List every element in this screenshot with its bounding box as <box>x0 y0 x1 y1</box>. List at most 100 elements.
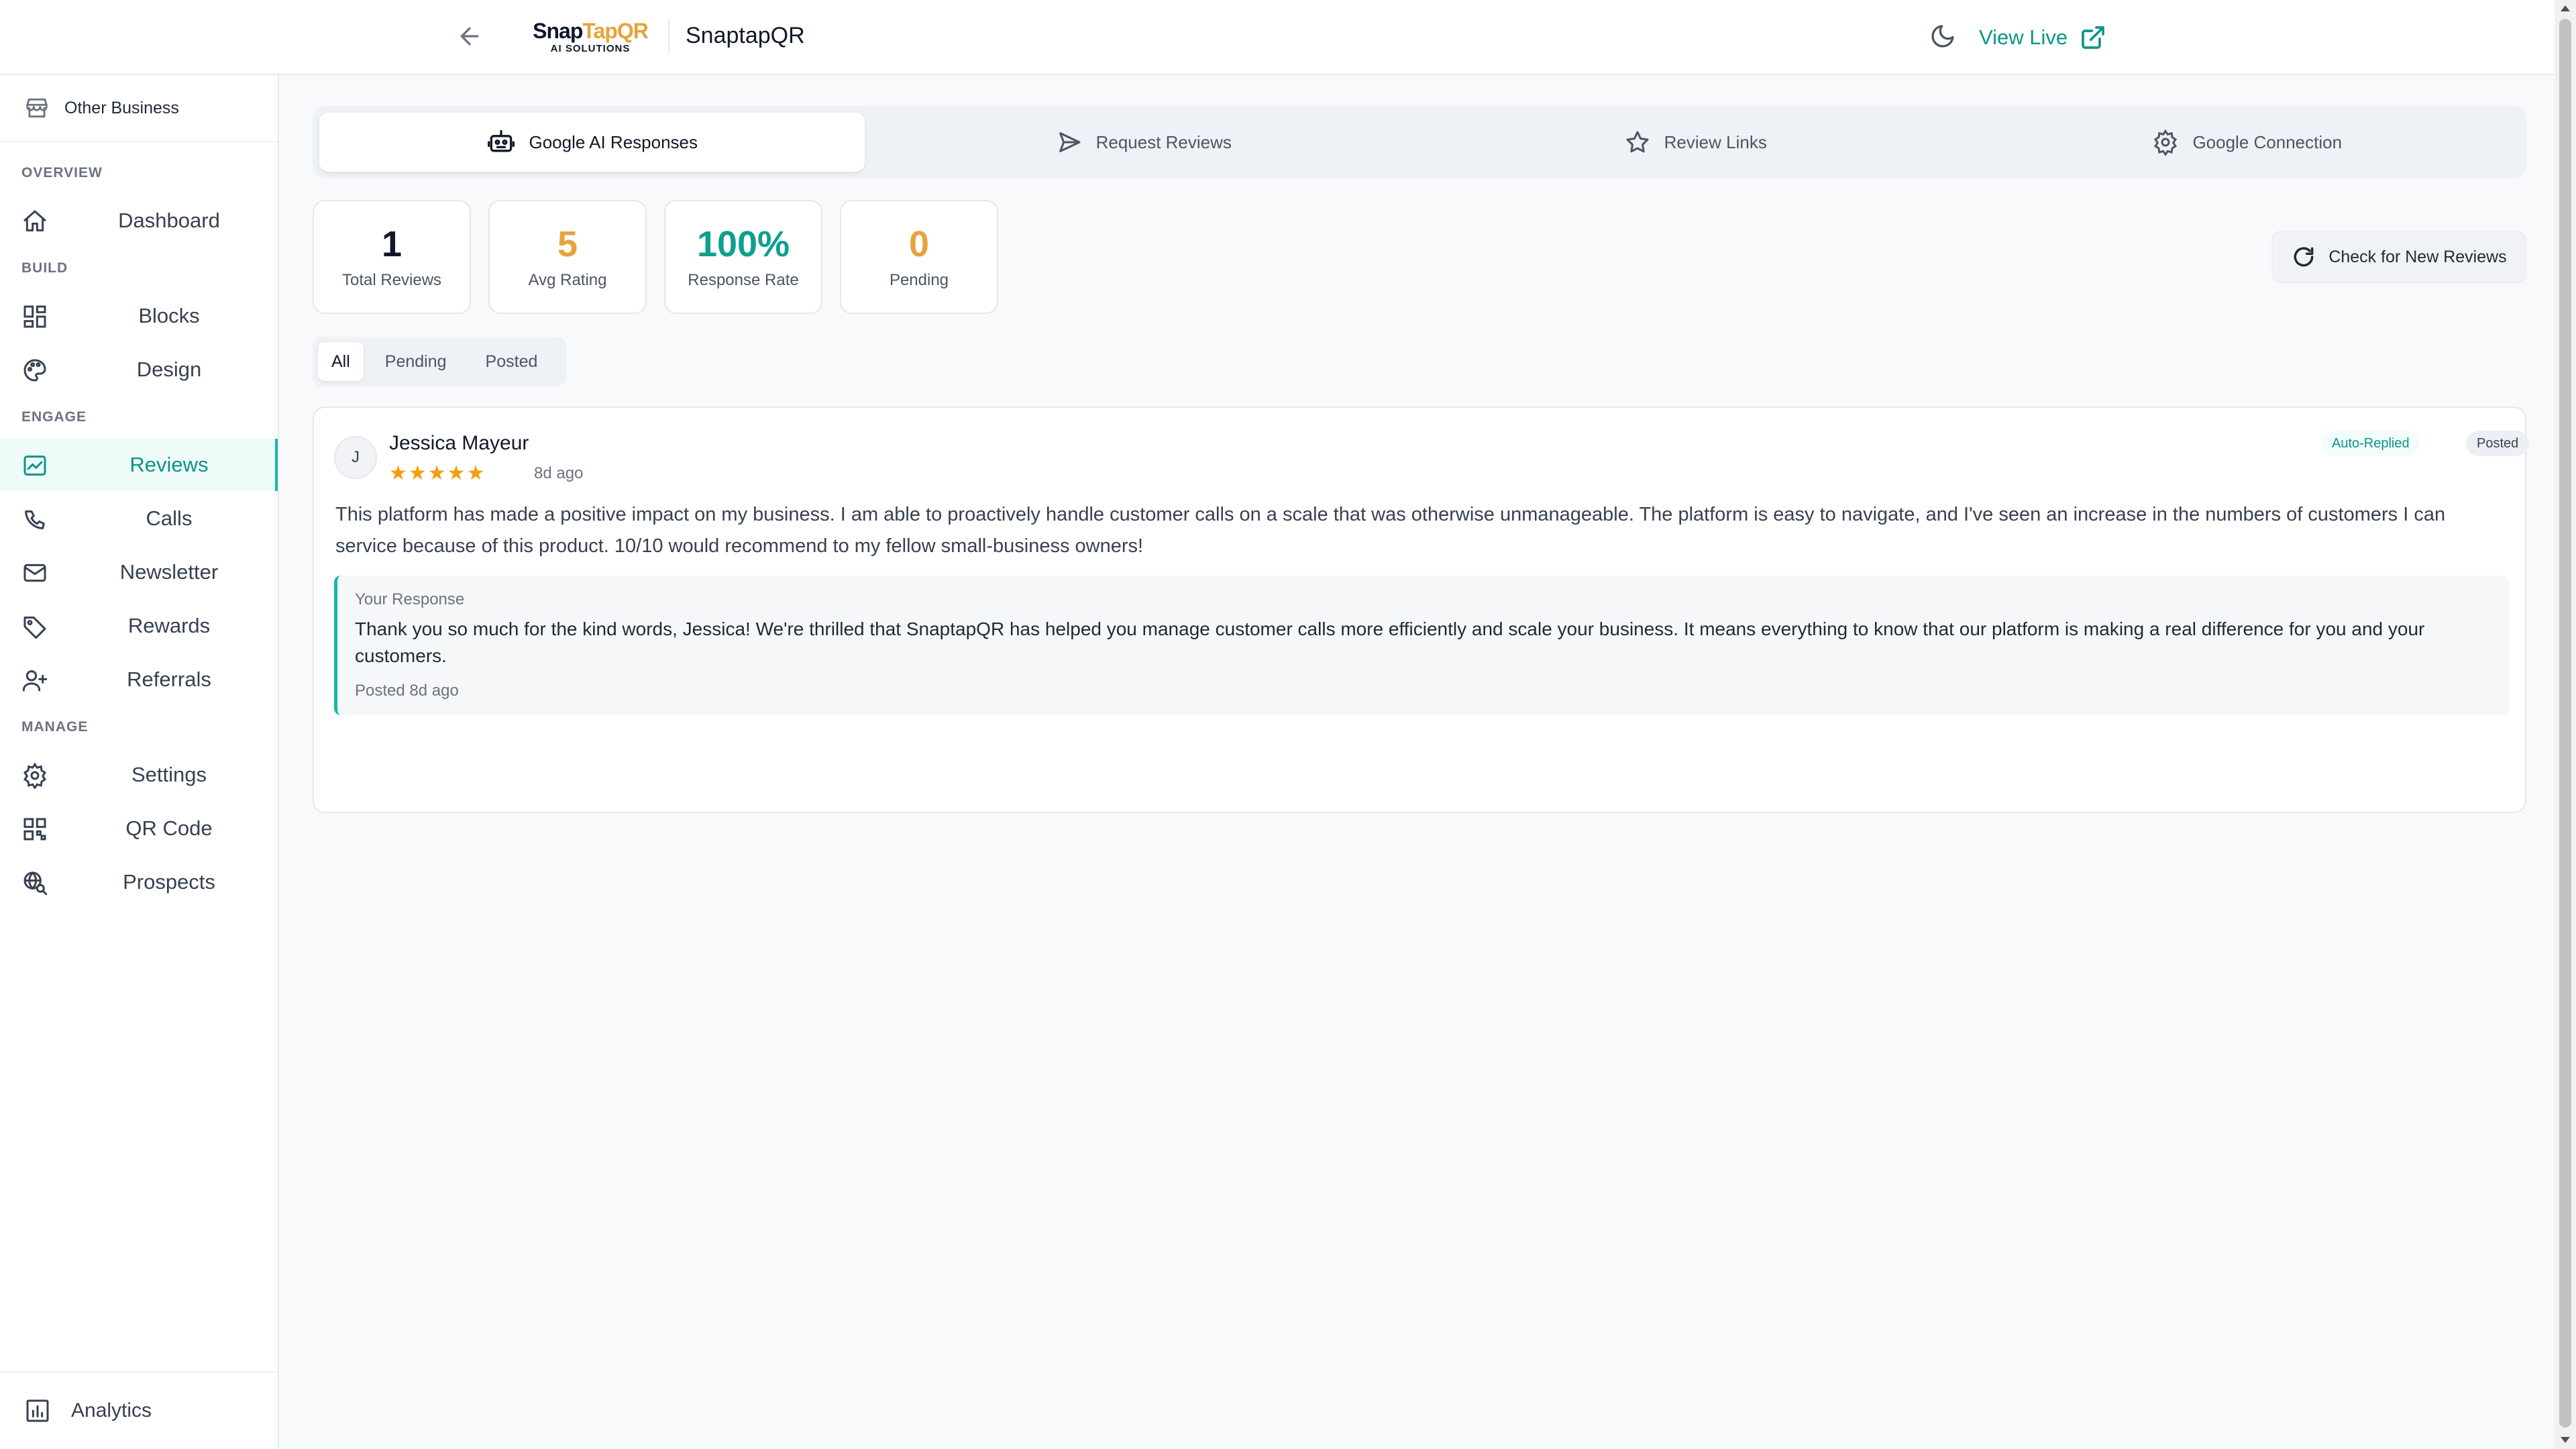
review-card: J Jessica Mayeur ★★★★★ 8d ago Auto-Repli… <box>313 407 2530 813</box>
tab-review-links[interactable]: Review Links <box>1423 113 1968 172</box>
stat-total-reviews: 1 Total Reviews <box>313 200 471 314</box>
sidebar-item-referrals[interactable]: Referrals <box>0 653 278 706</box>
star-rating: ★★★★★ <box>389 462 486 484</box>
scroll-down-arrow-icon[interactable] <box>2561 1437 2570 1443</box>
stat-label: Total Reviews <box>341 271 442 289</box>
section-engage: ENGAGE <box>21 409 87 425</box>
auto-replied-badge: Auto-Replied <box>2322 431 2419 456</box>
star-icon <box>1626 131 1649 153</box>
sidebar-item-prospects[interactable]: Prospects <box>0 856 278 908</box>
sidebar-item-label: Design <box>136 358 202 381</box>
filter-pending[interactable]: Pending <box>368 342 464 381</box>
store-icon <box>26 98 48 118</box>
stat-response-rate: 100% Response Rate <box>664 200 822 314</box>
sidebar-item-label: Settings <box>131 763 207 786</box>
phone-call-icon <box>25 510 45 529</box>
check-new-reviews-button[interactable]: Check for New Reviews <box>2271 231 2526 283</box>
qr-code-icon <box>23 818 46 841</box>
moon-icon <box>1931 25 1954 48</box>
tab-label: Google Connection <box>2192 131 2343 152</box>
top-header: SnapTapQR AI SOLUTIONS SnaptapQR View Li… <box>0 0 2555 75</box>
sidebar-item-label: QR Code <box>125 816 213 840</box>
palette-icon <box>23 359 46 382</box>
user-plus-icon <box>22 670 48 692</box>
tag-icon <box>23 616 46 639</box>
stat-label: Pending <box>889 271 949 289</box>
header-divider <box>668 20 669 54</box>
view-live-link[interactable]: View Live <box>1979 19 2106 56</box>
sidebar-item-reviews[interactable]: Reviews <box>0 439 278 491</box>
section-build: BUILD <box>21 260 68 276</box>
response-posted-time: Posted 8d ago <box>355 682 459 700</box>
avatar: J <box>334 436 377 479</box>
sidebar-item-settings[interactable]: Settings <box>0 749 278 801</box>
sidebar-item-dashboard[interactable]: Dashboard <box>0 195 278 247</box>
grid-icon <box>23 305 46 328</box>
filter-posted[interactable]: Posted <box>468 342 555 381</box>
filter-all[interactable]: All <box>318 342 364 381</box>
sidebar-item-calls[interactable]: Calls <box>0 492 278 545</box>
main-content: Google AI Responses Request Reviews Revi… <box>279 75 2555 1449</box>
stat-value: 0 <box>908 224 930 264</box>
sidebar-item-blocks[interactable]: Blocks <box>0 290 278 342</box>
tab-google-connection[interactable]: Google Connection <box>1975 113 2520 172</box>
stat-label: Avg Rating <box>528 271 607 289</box>
mail-icon <box>23 564 46 582</box>
tab-label: Request Reviews <box>1095 131 1232 152</box>
review-time: 8d ago <box>534 464 584 482</box>
business-switcher[interactable]: Other Business <box>0 75 278 142</box>
brand-logo: SnapTapQR AI SOLUTIONS <box>530 19 651 56</box>
sidebar-item-rewards[interactable]: Rewards <box>0 600 278 652</box>
sidebar-item-newsletter[interactable]: Newsletter <box>0 546 278 598</box>
scroll-thumb[interactable] <box>2559 19 2571 1428</box>
send-icon <box>1059 132 1081 152</box>
response-text: Thank you so much for the kind words, Je… <box>355 619 2425 666</box>
stat-value: 1 <box>381 224 402 264</box>
check-button-label: Check for New Reviews <box>2328 247 2507 266</box>
reviewer-name: Jessica Mayeur <box>389 432 529 454</box>
robot-icon <box>487 129 515 152</box>
stat-pending: 0 Pending <box>840 200 998 314</box>
sidebar-item-analytics[interactable]: Analytics <box>0 1371 278 1449</box>
external-link-icon <box>2082 26 2104 49</box>
sidebar-item-label: Reviews <box>129 453 209 476</box>
dark-mode-toggle[interactable] <box>1925 19 1960 54</box>
sidebar-item-label: Newsletter <box>119 560 219 584</box>
tab-label: Review Links <box>1664 131 1767 152</box>
sidebar-item-design[interactable]: Design <box>0 343 278 396</box>
tab-label: Google AI Responses <box>529 131 698 152</box>
arrow-left-icon <box>460 27 479 46</box>
analytics-label: Analytics <box>71 1399 152 1421</box>
tab-request-reviews[interactable]: Request Reviews <box>871 113 1417 172</box>
sidebar-item-label: Blocks <box>138 304 200 327</box>
logo-text-snap: Snap <box>533 19 583 43</box>
stat-value: 100% <box>696 224 790 264</box>
logo-text-tapqr: TapQR <box>582 19 649 43</box>
sidebar: Other Business OVERVIEW Dashboard BUILD … <box>0 75 279 1449</box>
stat-avg-rating: 5 Avg Rating <box>488 200 647 314</box>
view-live-label: View Live <box>1979 25 2068 49</box>
sidebar-item-label: Referrals <box>127 667 211 691</box>
brand-name: SnaptapQR <box>686 23 805 48</box>
sidebar-item-label: Rewards <box>127 614 211 637</box>
section-overview: OVERVIEW <box>21 165 103 180</box>
logo-subtitle: AI SOLUTIONS <box>550 43 631 54</box>
scroll-up-arrow-icon[interactable] <box>2561 5 2570 11</box>
page-scrollbar[interactable] <box>2555 0 2576 1449</box>
status-badge: Posted <box>2466 431 2530 456</box>
section-manage: MANAGE <box>21 719 89 735</box>
business-name: Other Business <box>64 98 179 117</box>
sidebar-item-qr-code[interactable]: QR Code <box>0 802 278 855</box>
review-chart-icon <box>23 455 46 476</box>
response-label: Your Response <box>355 590 465 608</box>
stat-label: Response Rate <box>688 271 799 289</box>
review-tabs: Google AI Responses Request Reviews Revi… <box>313 106 2526 178</box>
sidebar-item-label: Calls <box>146 506 193 530</box>
sidebar-item-label: Dashboard <box>118 209 220 232</box>
response-block: Your Response Thank you so much for the … <box>334 576 2509 715</box>
sidebar-item-label: Prospects <box>123 870 215 894</box>
globe-search-icon <box>23 871 48 896</box>
bar-chart-icon <box>26 1399 49 1422</box>
back-button[interactable] <box>451 17 488 55</box>
tab-google-ai-responses[interactable]: Google AI Responses <box>319 113 865 172</box>
